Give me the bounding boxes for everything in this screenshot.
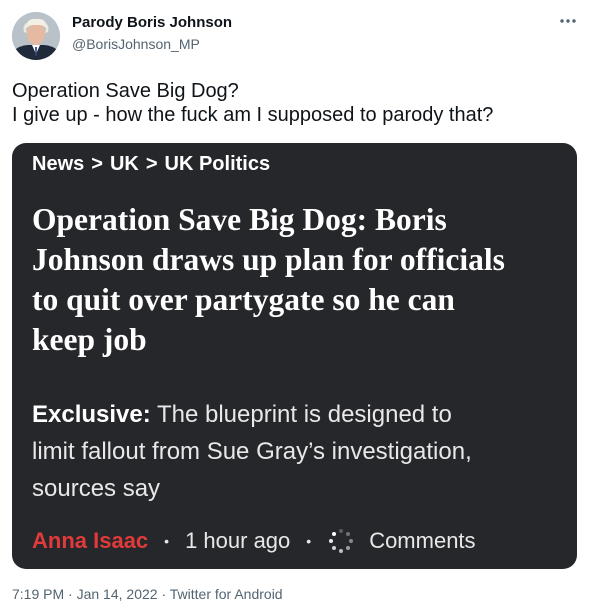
avatar-image	[12, 12, 60, 60]
article-headline[interactable]: Operation Save Big Dog: Boris Johnson dr…	[32, 200, 562, 360]
article-meta: Anna Isaac • 1 hour ago • Comments	[32, 525, 476, 557]
more-horizontal-icon	[560, 19, 576, 23]
standfirst-line: sources say	[32, 475, 161, 502]
article-standfirst: Exclusive: The blueprint is designed to …	[32, 396, 562, 507]
meta-bullet: •	[306, 533, 312, 549]
breadcrumb: News > UK > UK Politics	[32, 153, 270, 176]
link-preview-card[interactable]: News > UK > UK Politics Operation Save Big D…	[12, 143, 577, 569]
author-handle[interactable]: @BorisJohnson_MP	[72, 36, 200, 52]
tweet-footer: 7:19 PM · Jan 14, 2022 · Twitter for And…	[12, 586, 283, 602]
standfirst-line: limit fallout from Sue Gray’s investigat…	[32, 438, 472, 465]
breadcrumb-item-uk[interactable]: UK	[110, 153, 139, 176]
tweet-text: Operation Save Big Dog? I give up - how …	[12, 79, 582, 127]
breadcrumb-item-uk-politics[interactable]: UK Politics	[165, 153, 271, 176]
more-options-button[interactable]	[556, 10, 580, 32]
footer-separator: ·	[68, 586, 73, 602]
tweet-time[interactable]: 7:19 PM	[12, 586, 64, 602]
headline-line: to quit over partygate so he can	[32, 282, 455, 317]
tweet-text-line: I give up - how the fuck am I supposed t…	[12, 104, 494, 126]
tweet-text-line: Operation Save Big Dog?	[12, 80, 239, 102]
standfirst-label: Exclusive:	[32, 401, 151, 428]
headline-line: Johnson draws up plan for officials	[32, 242, 505, 277]
standfirst-line: The blueprint is designed to	[156, 401, 452, 428]
headline-line: Operation Save Big Dog: Boris	[32, 202, 447, 237]
avatar[interactable]	[12, 12, 60, 60]
breadcrumb-item-news[interactable]: News	[32, 153, 84, 176]
breadcrumb-separator: >	[145, 153, 158, 175]
breadcrumb-separator: >	[91, 153, 103, 175]
loading-spinner-icon	[329, 529, 354, 553]
comments-link[interactable]: Comments	[369, 528, 475, 554]
article-byline[interactable]: Anna Isaac	[32, 528, 148, 554]
meta-bullet: •	[164, 533, 170, 549]
tweet-source[interactable]: Twitter for Android	[170, 586, 283, 602]
tweet-date[interactable]: Jan 14, 2022	[77, 586, 158, 602]
author-name[interactable]: Parody Boris Johnson	[72, 14, 232, 31]
footer-separator: ·	[161, 586, 167, 602]
headline-line: keep job	[32, 322, 147, 357]
article-time: 1 hour ago	[185, 528, 291, 553]
